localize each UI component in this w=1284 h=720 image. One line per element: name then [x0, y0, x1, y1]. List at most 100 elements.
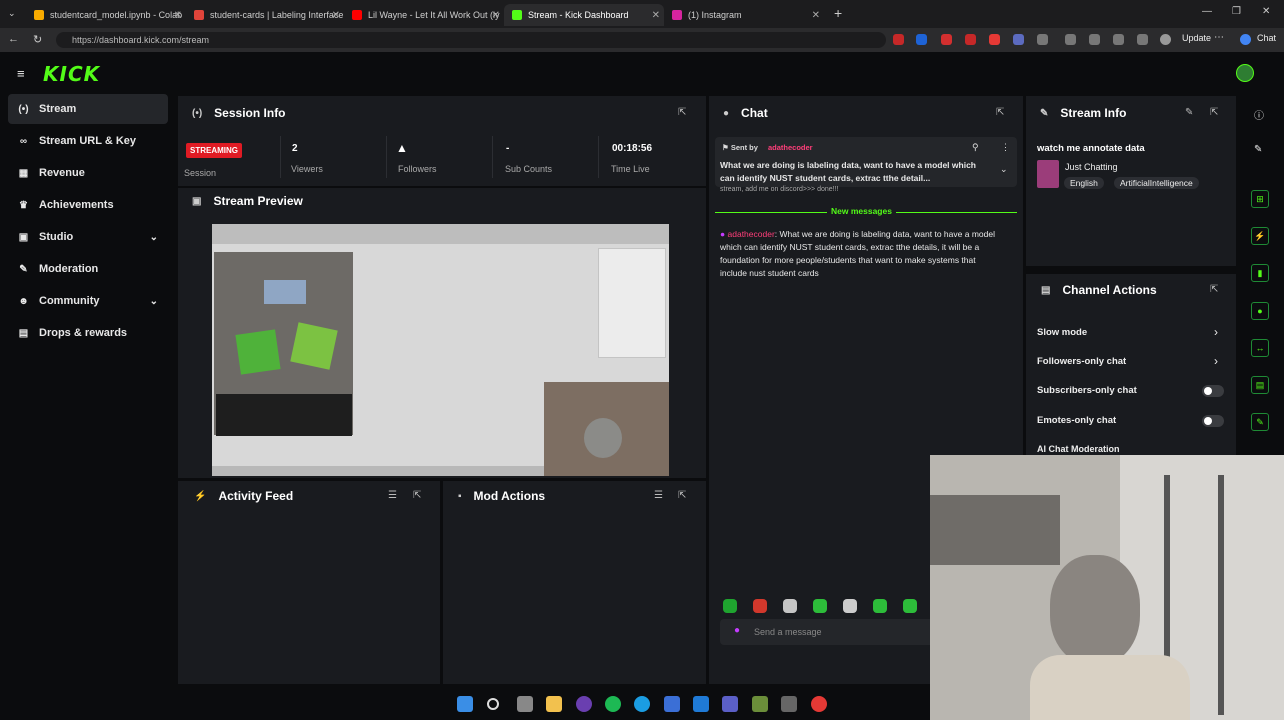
sidebar-item-achievements[interactable]: ♛ Achievements — [8, 190, 168, 220]
layout-icon[interactable]: ⊞ — [1251, 190, 1269, 208]
chat-icon[interactable]: ● — [1251, 302, 1269, 320]
browser-tab-instagram[interactable]: (1) Instagram ✕ — [664, 4, 824, 26]
task-view-icon[interactable] — [517, 696, 533, 712]
browser-tab-labeling[interactable]: student-cards | Labeling Interface ✕ — [186, 4, 344, 26]
expand-chevron-icon[interactable]: ⌄ — [1000, 164, 1008, 175]
extension-icon[interactable] — [941, 34, 952, 45]
document-icon[interactable]: ▮ — [1251, 264, 1269, 282]
edge-icon[interactable] — [634, 696, 650, 712]
close-icon[interactable]: ✕ — [332, 10, 340, 21]
url-field[interactable]: https://dashboard.kick.com/stream — [56, 32, 886, 48]
emote-icon[interactable] — [903, 599, 917, 613]
extension-icon[interactable] — [965, 34, 976, 45]
chevron-right-icon[interactable]: › — [1214, 325, 1218, 339]
link-icon: ∞ — [19, 135, 28, 147]
chat-button[interactable]: Chat — [1257, 33, 1276, 43]
spotify-icon[interactable] — [605, 696, 621, 712]
lightning-icon[interactable]: ⚡ — [1251, 227, 1269, 245]
extension-icon[interactable] — [1065, 34, 1076, 45]
more-options-icon[interactable]: ⋮ — [1001, 142, 1010, 153]
sidebar-item-stream[interactable]: (•) Stream — [8, 94, 168, 124]
followers-only-item[interactable]: Followers-only chat — [1037, 356, 1126, 367]
popout-icon[interactable]: ⇱ — [678, 490, 686, 501]
pin-icon[interactable]: ⚲ — [972, 142, 979, 153]
slow-mode-item[interactable]: Slow mode — [1037, 327, 1087, 338]
wrench-icon[interactable]: ✎ — [1251, 413, 1269, 431]
extension-icon[interactable] — [916, 34, 927, 45]
close-icon[interactable]: ✕ — [174, 10, 182, 21]
emote-icon[interactable] — [783, 599, 797, 613]
popout-icon[interactable]: ⇱ — [413, 490, 421, 501]
chrome-icon[interactable] — [811, 696, 827, 712]
update-button[interactable]: Update — [1182, 33, 1211, 43]
ai-moderation-item[interactable]: AI Chat Moderation — [1037, 444, 1120, 454]
popout-icon[interactable]: ⇱ — [996, 107, 1004, 118]
sidebar-item-moderation[interactable]: ✎ Moderation — [8, 254, 168, 284]
extension-icon[interactable] — [989, 34, 1000, 45]
minecraft-icon[interactable] — [752, 696, 768, 712]
tab-menu-icon[interactable]: ⌄ — [8, 8, 16, 19]
restore-button[interactable]: ❐ — [1232, 6, 1241, 17]
tag-english[interactable]: English — [1064, 177, 1104, 189]
teams-icon[interactable] — [722, 696, 738, 712]
chat-username[interactable]: adathecoder — [728, 229, 775, 239]
sidebar-item-community[interactable]: ☻ Community ⌄ — [8, 286, 168, 316]
filter-icon[interactable]: ☰ — [388, 490, 397, 501]
stream-preview-video[interactable] — [212, 224, 669, 476]
app-icon[interactable] — [781, 696, 797, 712]
back-icon[interactable]: ← — [8, 33, 19, 45]
tag-ai[interactable]: ArtificialIntelligence — [1114, 177, 1199, 189]
emote-icon[interactable] — [873, 599, 887, 613]
browser-tab-colab[interactable]: studentcard_model.ipynb - Colab ✕ — [26, 4, 186, 26]
user-avatar[interactable] — [1236, 64, 1254, 82]
sidebar-item-revenue[interactable]: ▦ Revenue — [8, 158, 168, 188]
emote-icon[interactable] — [753, 599, 767, 613]
emote-icon[interactable] — [813, 599, 827, 613]
popout-icon[interactable]: ⇱ — [1210, 107, 1218, 118]
extension-icon[interactable] — [1137, 34, 1148, 45]
browser-tab-kick[interactable]: Stream - Kick Dashboard ✕ — [504, 4, 664, 26]
new-tab-button[interactable]: + — [834, 5, 842, 21]
reload-icon[interactable]: ↻ — [33, 33, 42, 46]
emote-icon[interactable] — [723, 599, 737, 613]
obs-icon[interactable] — [576, 696, 592, 712]
minimize-button[interactable]: — — [1202, 6, 1212, 17]
file-explorer-icon[interactable] — [546, 696, 562, 712]
filter-icon[interactable]: ☰ — [654, 490, 663, 501]
close-icon[interactable]: ✕ — [652, 10, 660, 21]
window-close-button[interactable]: ✕ — [1262, 6, 1270, 17]
profile-avatar[interactable] — [1160, 34, 1171, 45]
edit-icon[interactable]: ✎ — [1254, 144, 1262, 155]
hamburger-menu-icon[interactable]: ≡ — [17, 66, 25, 81]
gemini-icon[interactable] — [1240, 34, 1251, 45]
kick-logo[interactable]: KICK — [43, 62, 100, 86]
subscribers-only-toggle[interactable] — [1202, 385, 1224, 397]
emotes-only-toggle[interactable] — [1202, 415, 1224, 427]
more-menu-icon[interactable]: ⋯ — [1214, 32, 1224, 43]
close-icon[interactable]: ✕ — [492, 10, 500, 21]
chevron-right-icon[interactable]: › — [1214, 354, 1218, 368]
info-icon[interactable]: ⓘ — [1254, 107, 1264, 122]
broadcast-icon[interactable]: ↔ — [1251, 339, 1269, 357]
extension-icon[interactable] — [1113, 34, 1124, 45]
close-icon[interactable]: ✕ — [812, 10, 820, 21]
extension-icon[interactable] — [1037, 34, 1048, 45]
emote-icon[interactable] — [843, 599, 857, 613]
search-icon[interactable] — [487, 698, 499, 710]
vscode-icon[interactable] — [693, 696, 709, 712]
extension-icon[interactable] — [893, 34, 904, 45]
windows-start-icon[interactable] — [457, 696, 473, 712]
channel-icon[interactable]: ▤ — [1251, 376, 1269, 394]
sidebar-item-drops-rewards[interactable]: ▤ Drops & rewards — [8, 318, 168, 348]
popout-icon[interactable]: ⇱ — [1210, 284, 1218, 295]
edit-icon[interactable]: ✎ — [1185, 107, 1193, 118]
extension-icon[interactable] — [1013, 34, 1024, 45]
sidebar-item-stream-url-key[interactable]: ∞ Stream URL & Key — [8, 126, 168, 156]
app-icon[interactable] — [664, 696, 680, 712]
sidebar-item-studio[interactable]: ▣ Studio ⌄ — [8, 222, 168, 252]
download-icon[interactable] — [1089, 34, 1100, 45]
category-name[interactable]: Just Chatting — [1065, 162, 1118, 172]
popout-icon[interactable]: ⇱ — [678, 107, 686, 118]
browser-tab-youtube[interactable]: Lil Wayne - Let It All Work Out (ly ✕ — [344, 4, 504, 26]
time-live-value: 00:18:56 — [612, 143, 653, 154]
